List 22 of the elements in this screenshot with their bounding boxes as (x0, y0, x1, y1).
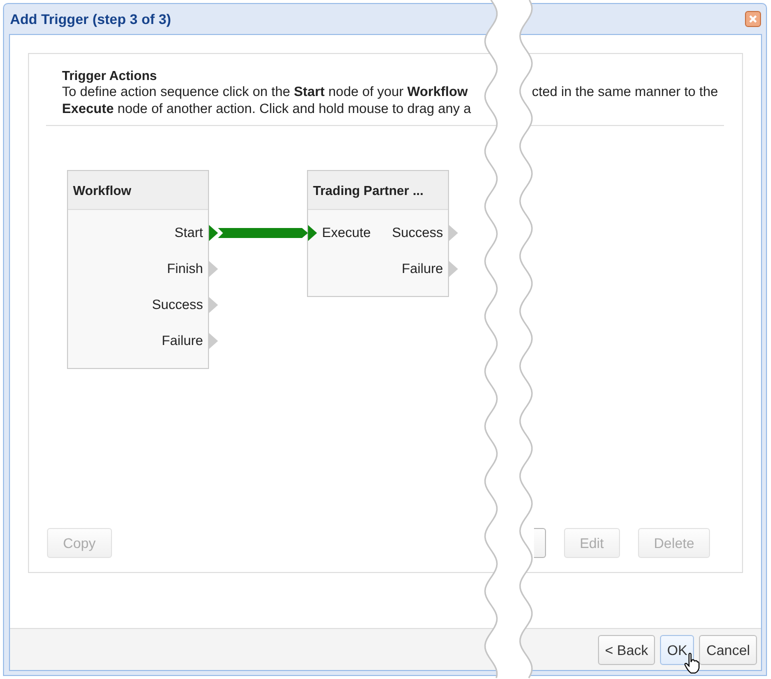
description-text: cted in the same manner to the (532, 83, 718, 100)
close-button[interactable] (745, 11, 761, 27)
output-port-label: Start (174, 224, 203, 240)
output-port-label: Success (152, 296, 203, 312)
footer-button[interactable]: Cancel (699, 634, 757, 664)
output-port-label: Finish (166, 260, 203, 276)
close-icon (749, 15, 757, 23)
input-port-label: Execute (322, 224, 371, 240)
node-title: Trading Partner ... (313, 182, 424, 198)
cut-off-button[interactable] (534, 528, 546, 558)
description-text: To define action sequence click on the Start node of your Workflow (62, 83, 468, 100)
description-text: Execute node of another action. Click and hold mouse to drag any a (62, 100, 472, 117)
node-card[interactable]: Workflow Start Finish Success Failure (67, 170, 209, 369)
output-port-label: Failure (162, 332, 203, 348)
node-card[interactable]: Trading Partner ... Execute Success Failure (307, 170, 449, 297)
output-port-label: Failure (402, 260, 443, 276)
footer-button[interactable]: < Back (598, 634, 656, 664)
window-title: Add Trigger (step 3 of 3) (10, 11, 172, 27)
output-port-label: Success (392, 224, 443, 240)
section-title: Trigger Actions (62, 68, 158, 83)
input-port-icon[interactable] (308, 225, 317, 241)
node-title: Workflow (73, 182, 132, 198)
